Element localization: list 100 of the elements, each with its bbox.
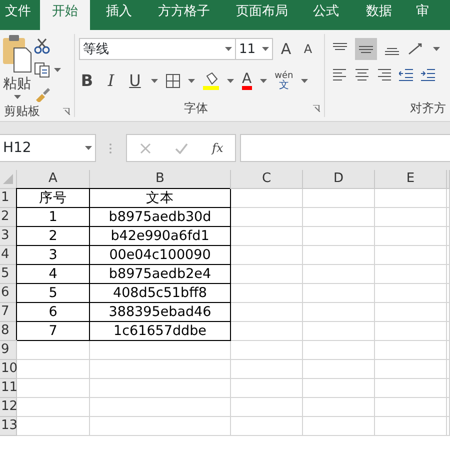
row-header[interactable]: 6 xyxy=(0,284,17,303)
ribbon-tab[interactable]: 数据 xyxy=(366,0,392,30)
caret-icon[interactable] xyxy=(14,95,20,99)
column-header[interactable]: C xyxy=(231,170,303,189)
row-header[interactable]: 4 xyxy=(0,246,17,265)
caret-icon[interactable] xyxy=(151,78,158,82)
table-cell: 文本 xyxy=(90,189,231,208)
caret-icon[interactable] xyxy=(54,68,61,72)
formula-input[interactable] xyxy=(240,134,450,162)
brush-icon[interactable] xyxy=(34,86,50,102)
table-cell: b42e990a6fd1 xyxy=(90,227,231,246)
align-middle-icon[interactable] xyxy=(355,38,377,60)
row-header[interactable]: 12 xyxy=(0,398,17,417)
ribbon-tab[interactable]: 插入 xyxy=(106,0,132,30)
empty-cell xyxy=(231,341,303,360)
table-cell: 00e04c100090 xyxy=(90,246,231,265)
row-header[interactable]: 5 xyxy=(0,265,17,284)
caret-icon[interactable] xyxy=(260,78,267,82)
column-header[interactable]: B xyxy=(90,170,231,189)
table-cell: 7 xyxy=(17,322,90,341)
empty-cell xyxy=(231,303,303,322)
phonetic-button[interactable]: wén 文 xyxy=(274,70,294,90)
group-label: 剪贴板 xyxy=(4,103,40,120)
font-size-value: 11 xyxy=(239,40,256,58)
font-size-dropdown[interactable]: 11 xyxy=(235,38,273,60)
empty-cell xyxy=(303,322,375,341)
font-name-dropdown[interactable]: 等线 xyxy=(79,38,236,60)
table-cell: b8975aedb2e4 xyxy=(90,265,231,284)
empty-cell xyxy=(303,189,375,208)
launcher-icon[interactable] xyxy=(313,104,320,112)
caret-icon[interactable] xyxy=(188,78,195,82)
ribbon-tab[interactable]: 公式 xyxy=(313,0,339,30)
grow-font-button[interactable]: A xyxy=(277,38,295,60)
paste-button[interactable]: 粘贴 xyxy=(3,74,31,95)
empty-cell xyxy=(231,265,303,284)
empty-cell xyxy=(375,341,447,360)
table-cell: 4 xyxy=(17,265,90,284)
align-right-icon[interactable] xyxy=(377,68,391,82)
group-label: 字体 xyxy=(184,100,208,117)
font-color-button[interactable]: A xyxy=(242,72,252,90)
row-header[interactable]: 3 xyxy=(0,227,17,246)
caret-icon[interactable] xyxy=(85,146,92,150)
empty-cell xyxy=(231,246,303,265)
borders-icon[interactable] xyxy=(166,74,180,88)
empty-cell xyxy=(303,265,375,284)
row-header[interactable]: 9 xyxy=(0,341,17,360)
empty-cell xyxy=(231,208,303,227)
align-center-icon[interactable] xyxy=(355,68,369,82)
row-header[interactable]: 2 xyxy=(0,208,17,227)
shrink-font-button[interactable]: A xyxy=(299,40,317,58)
column-header[interactable]: E xyxy=(375,170,447,189)
caret-icon[interactable] xyxy=(227,78,234,82)
name-box[interactable]: H12 xyxy=(0,134,96,162)
row-header[interactable]: 1 xyxy=(0,189,17,208)
empty-cell xyxy=(303,284,375,303)
empty-cell xyxy=(231,284,303,303)
ribbon-tab[interactable]: 文件 xyxy=(5,0,31,30)
ribbon-tab[interactable]: 页面布局 xyxy=(236,0,288,30)
decrease-indent-icon[interactable] xyxy=(399,68,413,82)
row-header[interactable]: 10 xyxy=(0,360,17,379)
ribbon-tab[interactable]: 方方格子 xyxy=(158,0,210,30)
align-left-icon[interactable] xyxy=(333,68,347,82)
caret-icon[interactable] xyxy=(433,47,440,51)
row-header[interactable]: 7 xyxy=(0,303,17,322)
grip-icon xyxy=(109,142,112,154)
table-cell: 5 xyxy=(17,284,90,303)
empty-cell xyxy=(303,341,375,360)
row-header[interactable]: 8 xyxy=(0,322,17,341)
increase-indent-icon[interactable] xyxy=(421,68,435,82)
bold-button[interactable]: B xyxy=(79,68,95,92)
empty-cell xyxy=(375,208,447,227)
insert-function-button[interactable]: fx xyxy=(212,139,224,157)
caret-icon[interactable] xyxy=(262,47,269,52)
fill-color-icon[interactable] xyxy=(203,72,219,90)
row-header[interactable]: 13 xyxy=(0,417,17,436)
empty-cell xyxy=(375,322,447,341)
launcher-icon[interactable] xyxy=(63,108,70,114)
empty-cell xyxy=(231,227,303,246)
caret-icon[interactable] xyxy=(225,47,232,52)
empty-cell xyxy=(303,398,375,417)
font-name-value: 等线 xyxy=(83,40,109,58)
underline-button[interactable]: U xyxy=(127,68,143,92)
empty-cell xyxy=(231,398,303,417)
row-header[interactable]: 11 xyxy=(0,379,17,398)
empty-cell xyxy=(303,379,375,398)
ribbon-tab[interactable]: 开始 xyxy=(40,0,90,30)
empty-cell xyxy=(375,227,447,246)
column-header[interactable]: A xyxy=(17,170,90,189)
paste-icon[interactable] xyxy=(2,34,32,74)
ribbon-tab[interactable]: 审 xyxy=(416,0,429,30)
empty-cell xyxy=(375,417,447,436)
empty-cell xyxy=(303,246,375,265)
empty-cell xyxy=(375,265,447,284)
empty-cell xyxy=(303,227,375,246)
scissors-icon[interactable] xyxy=(34,38,50,54)
caret-icon[interactable] xyxy=(301,78,308,82)
empty-cell xyxy=(303,360,375,379)
column-header[interactable]: D xyxy=(303,170,375,189)
copy-icon[interactable] xyxy=(34,62,50,78)
italic-button[interactable]: I xyxy=(103,68,119,92)
